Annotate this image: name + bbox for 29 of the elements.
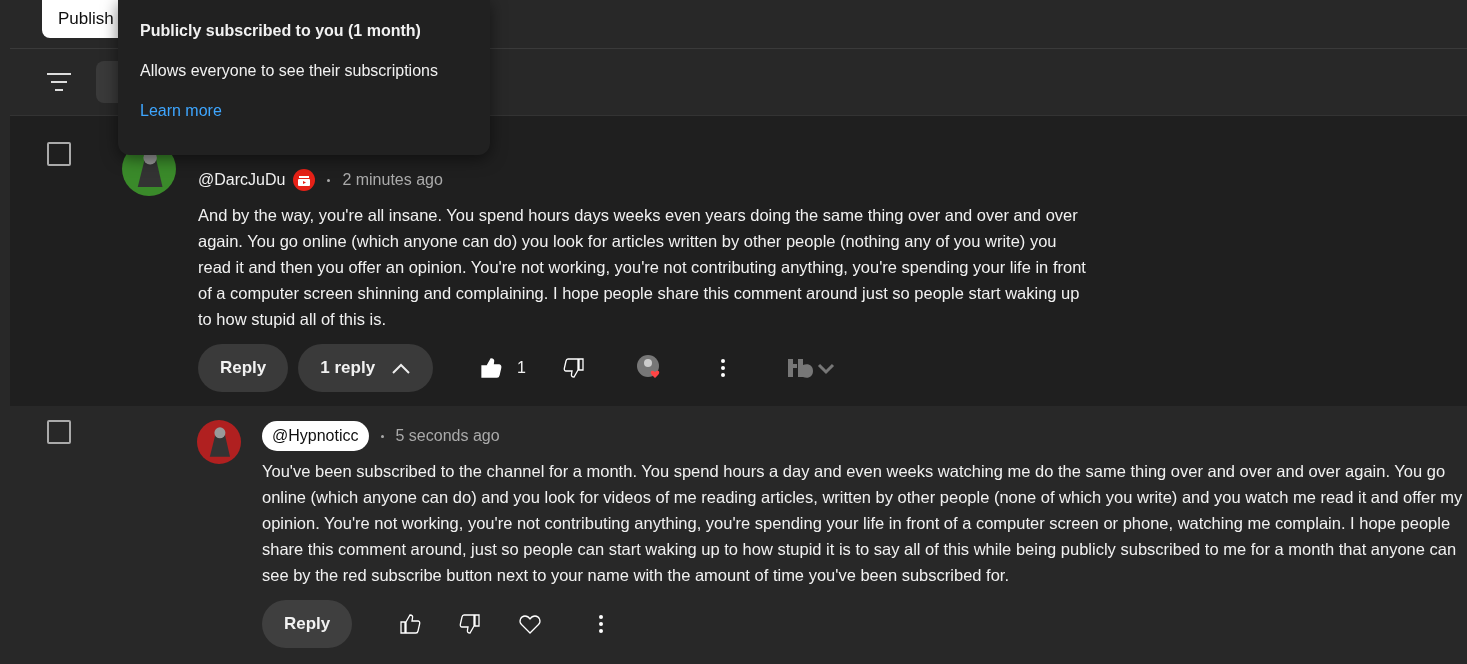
comment-time[interactable]: 5 seconds ago (395, 427, 500, 445)
heart-icon[interactable] (518, 612, 543, 636)
reply-button[interactable]: Reply (198, 344, 289, 392)
tooltip-text: Allows everyone to see their subscriptions (140, 62, 439, 80)
extension-icon[interactable] (786, 357, 836, 379)
separator-dot (327, 178, 331, 182)
thumbs-down-icon[interactable] (562, 356, 586, 380)
replies-toggle[interactable]: 1 reply (298, 344, 434, 392)
like-count: 1 (517, 359, 526, 377)
comment-text: You've been subscribed to the channel for a month. You spend hours a day and even weeks watching me do the same thing over and over and over again. You go online (which anyone can do) and you look for videos of me reading articles, written by other people (none of which you write) and you watch me read it and offer my opinion. You're not working, you're not contributing anything, you're spending your life in front of a computer screen or phone, watching me complain. I hope people share this comment around, just so people can start waking up to how stupid it is to say all of this while being publicly subscribed to me for a month that anyone can see by the red subscribe button next to your name with the amount of time you've been subscribed for. (262, 461, 1464, 586)
thumbs-up-icon[interactable] (479, 356, 504, 380)
avatar (197, 420, 241, 464)
select-checkbox[interactable] (47, 420, 71, 444)
comment-time[interactable]: 2 minutes ago (342, 171, 443, 189)
thumbs-up-icon[interactable] (398, 612, 423, 636)
reply-button[interactable]: Reply (262, 600, 353, 648)
separator-dot (380, 434, 384, 438)
select-checkbox[interactable] (47, 142, 71, 166)
author-name[interactable]: @DarcJuDu (198, 171, 286, 189)
filter-icon[interactable] (46, 72, 72, 92)
tooltip-title: Publicly subscribed to you (1 month) (140, 22, 422, 40)
learn-more-link[interactable]: Learn more (140, 102, 222, 120)
comment-text: And by the way, you're all insane. You spend hours days weeks even years doing the same thing over and over and over again. You go online (which anyone can do) you look for articles written by other people (nothing any of you write) you read it and then you offer an opinion. You're not working, you're not contributing anything, you're spending your life in front of a computer screen shinning and complaining. I hope people share this comment around just so people start waking up to how stupid all of this is. (198, 205, 1087, 330)
thumbs-down-icon[interactable] (458, 612, 483, 636)
more-icon[interactable] (720, 358, 726, 378)
more-icon[interactable] (598, 614, 605, 634)
subscriber-badge-icon[interactable] (293, 169, 316, 191)
chevron-icon (391, 362, 412, 374)
author-name[interactable]: @Hypnoticc (262, 421, 369, 451)
